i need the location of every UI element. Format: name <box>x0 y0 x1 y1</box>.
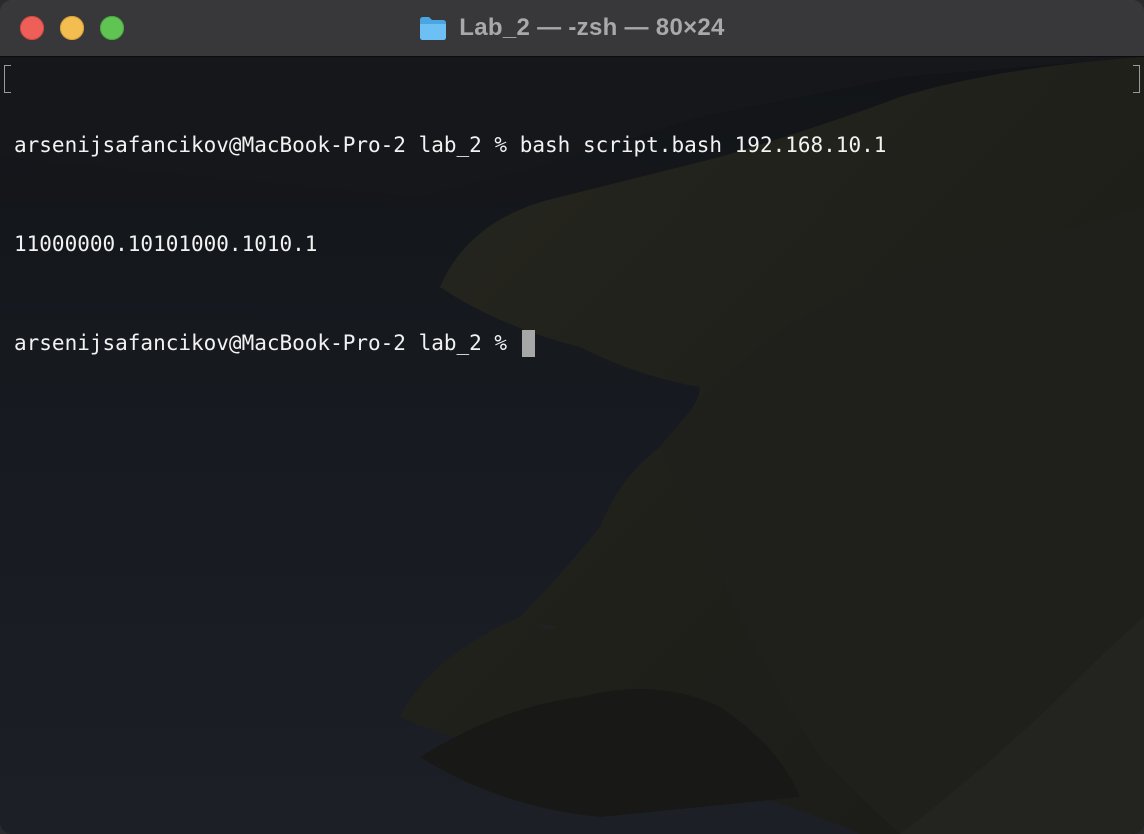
line-mark-right <box>1133 65 1140 93</box>
terminal-line-command: arsenijsafancikov@MacBook-Pro-2 lab_2 % … <box>14 129 1134 162</box>
shell-prompt: arsenijsafancikov@MacBook-Pro-2 lab_2 % <box>14 331 520 355</box>
terminal-content[interactable]: arsenijsafancikov@MacBook-Pro-2 lab_2 % … <box>0 57 1144 834</box>
line-mark-left <box>4 65 11 93</box>
command-output: 11000000.10101000.1010.1 <box>14 232 318 256</box>
terminal-window: Lab_2 — -zsh — 80×24 arsenijsafancikov@M… <box>0 0 1144 834</box>
folder-icon <box>420 17 447 40</box>
window-title-group: Lab_2 — -zsh — 80×24 <box>0 0 1144 56</box>
terminal-output[interactable]: arsenijsafancikov@MacBook-Pro-2 lab_2 % … <box>14 63 1134 426</box>
command-text: bash script.bash 192.168.10.1 <box>519 133 887 157</box>
title-bar[interactable]: Lab_2 — -zsh — 80×24 <box>0 0 1144 57</box>
window-title: Lab_2 — -zsh — 80×24 <box>459 14 725 41</box>
terminal-line-output: 11000000.10101000.1010.1 <box>14 228 1134 261</box>
text-cursor <box>521 330 535 357</box>
shell-prompt: arsenijsafancikov@MacBook-Pro-2 lab_2 % <box>14 133 520 157</box>
terminal-line-current[interactable]: arsenijsafancikov@MacBook-Pro-2 lab_2 % <box>14 327 1134 360</box>
